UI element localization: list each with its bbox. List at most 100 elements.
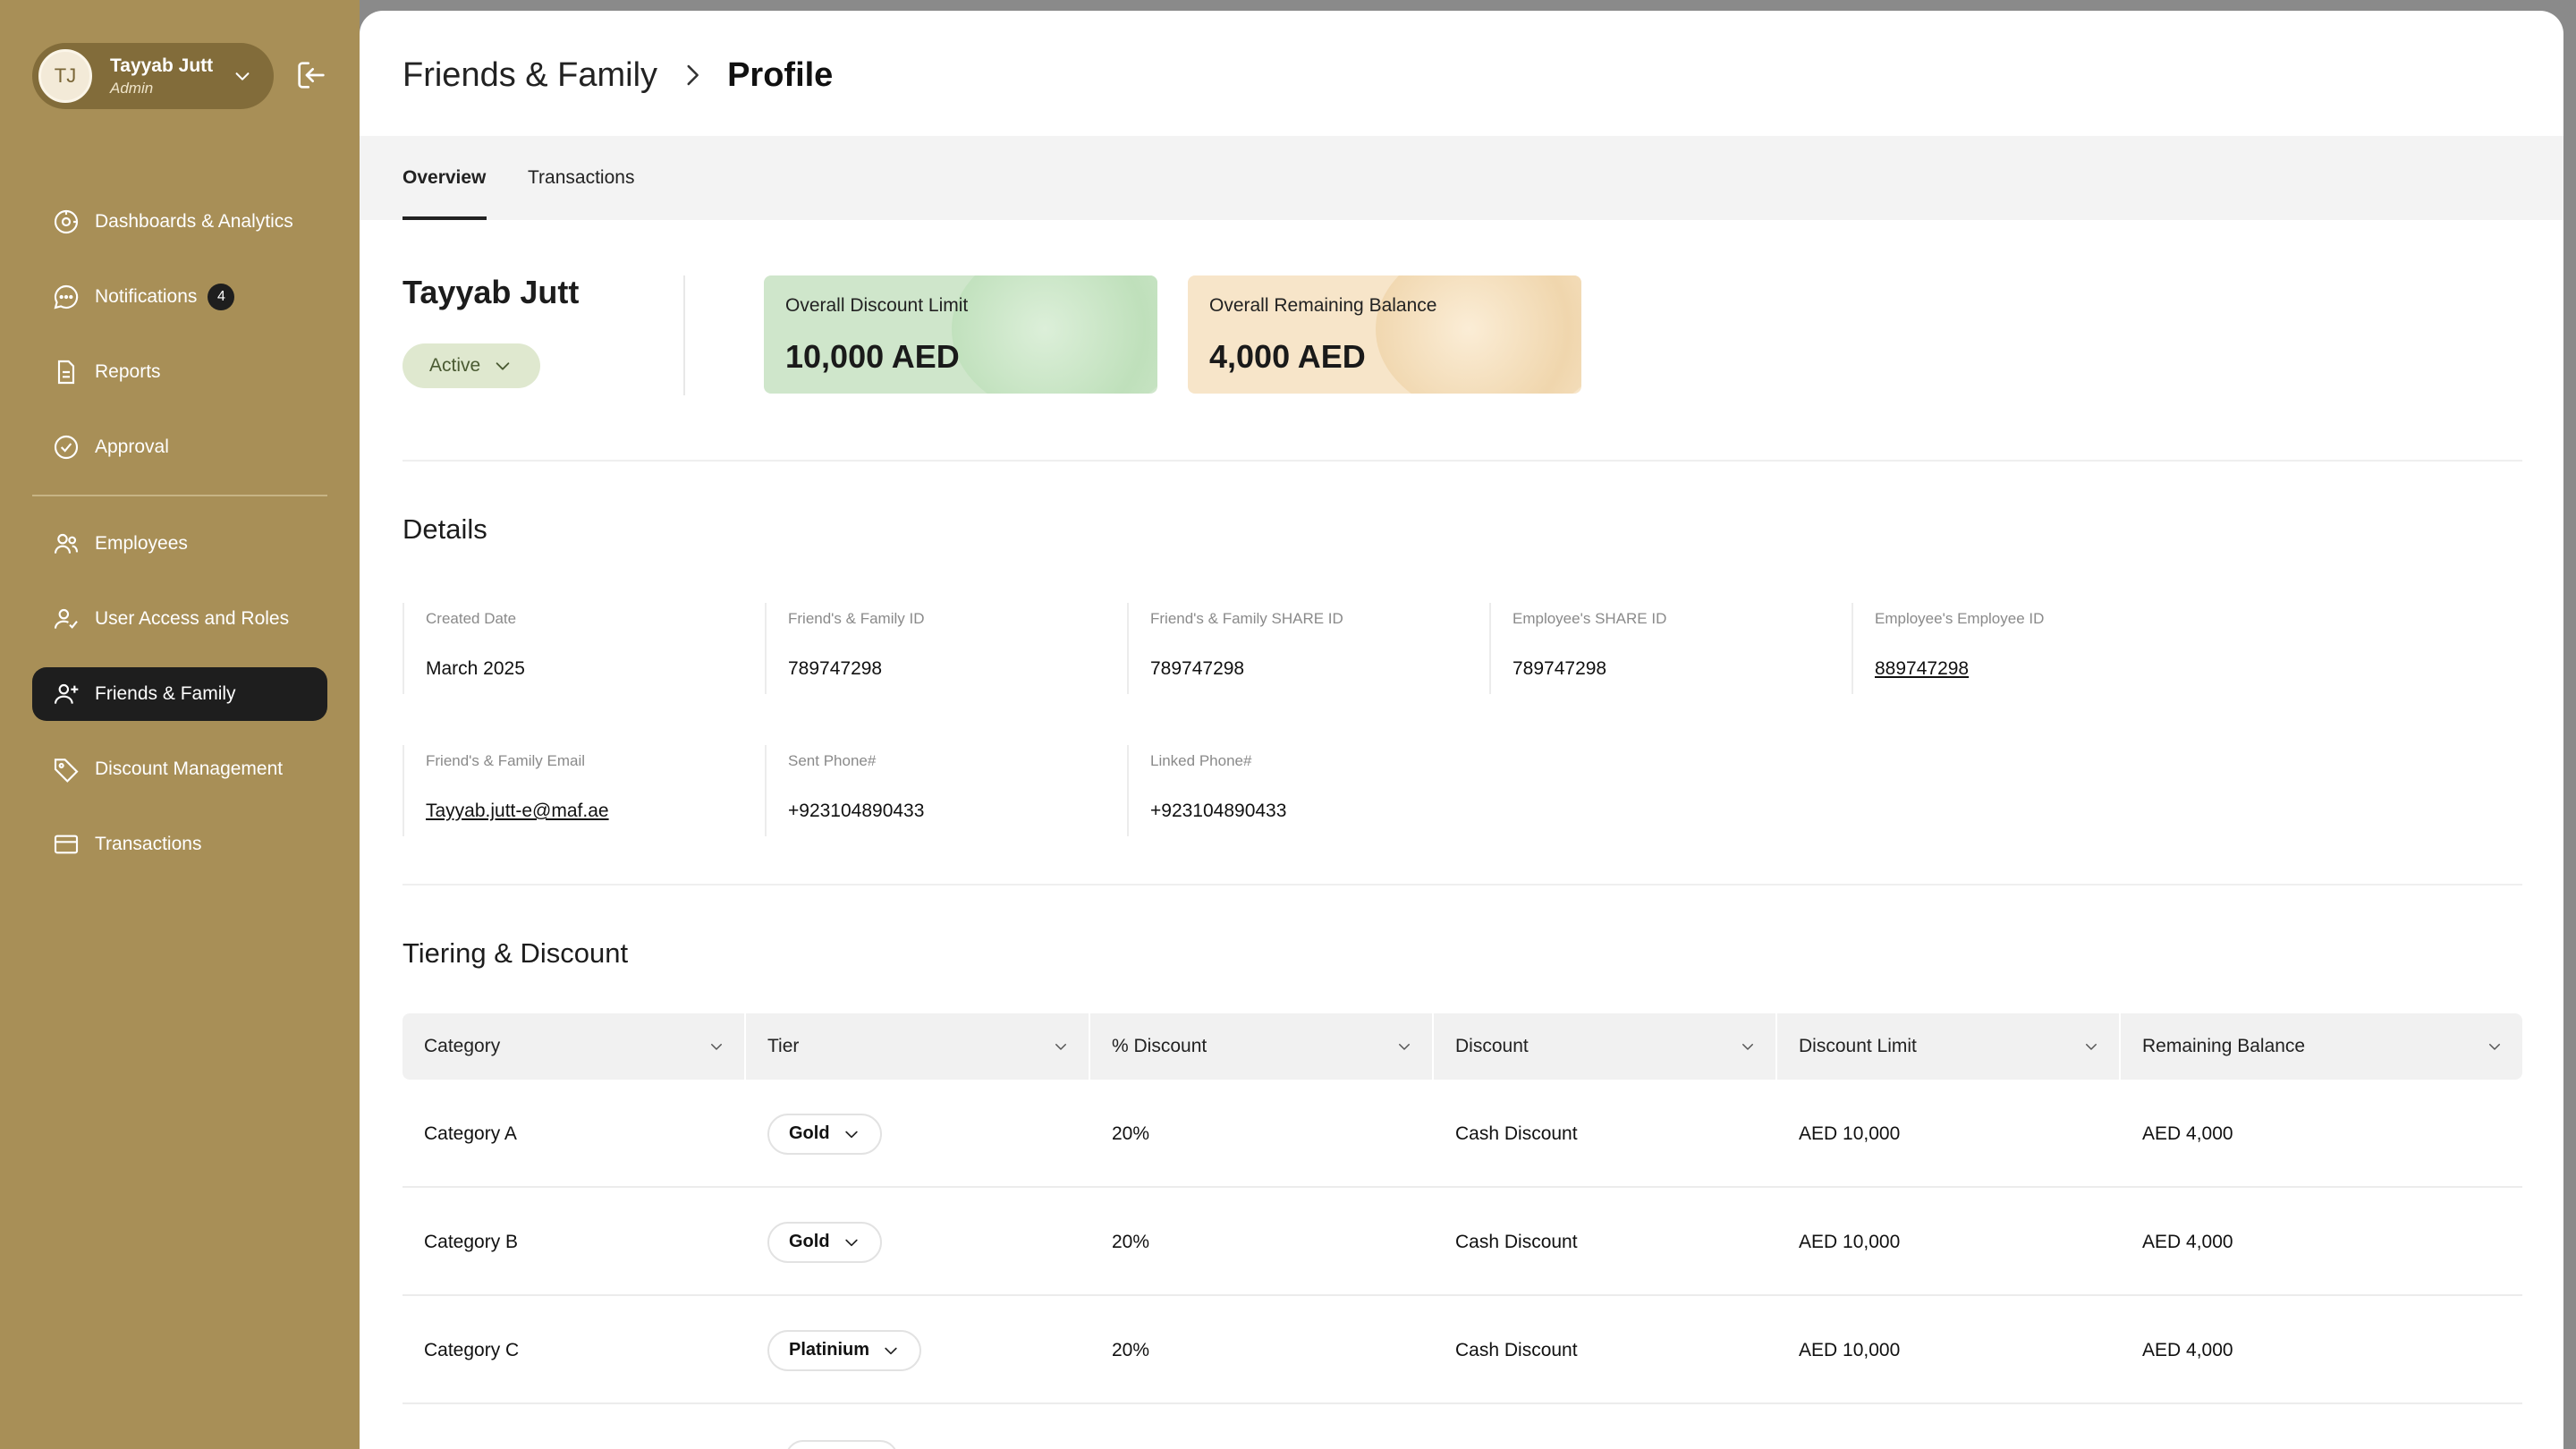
chevron-down-icon [1055, 1044, 1066, 1050]
details-title: Details [402, 513, 487, 545]
table-row: Category C Platinium 20% Cash Discount A… [402, 1296, 2522, 1404]
chevron-right-icon [687, 64, 699, 86]
tier-label: Gold [789, 1123, 830, 1143]
user-name: Tayyab Jutt [110, 55, 214, 76]
document-icon [57, 360, 75, 385]
sidebar-item-user-access[interactable]: User Access and Roles [32, 592, 327, 646]
tier-dropdown[interactable]: Gold [767, 1221, 882, 1263]
sidebar-item-friends-family[interactable]: Friends & Family [32, 667, 327, 721]
cell-limit: AED 10,000 [1799, 1123, 1901, 1144]
card-icon [54, 835, 79, 854]
sidebar-item-label: Reports [95, 361, 161, 382]
table-row: Category B Gold 20% Cash Discount AED 10… [402, 1188, 2522, 1296]
kpi-value: 10,000 AED [785, 338, 960, 375]
field-linked-phone: Linked Phone# +923104890433 [1127, 745, 1488, 836]
sidebar-item-discount-management[interactable]: Discount Management [32, 742, 327, 796]
logout-icon[interactable] [293, 57, 329, 93]
tier-dropdown[interactable]: Gold [767, 1113, 882, 1155]
sidebar-item-notifications[interactable]: Notifications 4 [32, 270, 327, 324]
table-row: Category A Gold 20% Cash Discount AED 10… [402, 1080, 2522, 1188]
cell-remaining: AED 4,000 [2142, 1123, 2233, 1144]
column-header-category[interactable]: Category [402, 1013, 746, 1080]
column-label: % Discount [1112, 1036, 1208, 1056]
field-label: Sent Phone# [788, 752, 877, 769]
tag-icon [54, 758, 79, 783]
chevron-down-icon [2086, 1044, 2097, 1050]
field-value: March 2025 [426, 658, 525, 679]
sidebar: TJ Tayyab Jutt Admin Dashboards & Analyt… [0, 0, 360, 1449]
section-divider [402, 460, 2522, 462]
sidebar-item-dashboards[interactable]: Dashboards & Analytics [32, 195, 327, 249]
cell-percent: 20% [1112, 1123, 1150, 1144]
chevron-down-icon [496, 362, 510, 370]
section-divider [402, 884, 2522, 886]
chevron-down-icon [235, 72, 250, 80]
profile-name: Tayyab Jutt [402, 274, 580, 310]
cell-remaining: AED 4,000 [2142, 1339, 2233, 1360]
breadcrumb: Friends & Family Profile [402, 50, 833, 100]
email-link[interactable]: Tayyab.jutt-e@maf.ae [426, 801, 609, 822]
column-header-percent-discount[interactable]: % Discount [1090, 1013, 1434, 1080]
cell-discount: Cash Discount [1455, 1123, 1578, 1144]
active-tab-indicator [402, 216, 487, 220]
cell-discount: Cash Discount [1455, 1231, 1578, 1252]
column-label: Category [424, 1036, 501, 1056]
tiering-title: Tiering & Discount [402, 937, 629, 969]
sidebar-item-label: Approval [95, 436, 169, 457]
sidebar-item-label: Employees [95, 533, 188, 554]
field-label: Friend's & Family SHARE ID [1150, 610, 1343, 627]
field-label: Employee's SHARE ID [1513, 610, 1667, 627]
field-label: Created Date [426, 610, 517, 627]
field-employee-id: Employee's Employee ID 889747298 [1852, 603, 2213, 694]
sidebar-item-reports[interactable]: Reports [32, 345, 327, 399]
tier-dropdown[interactable]: Platinium [767, 1329, 922, 1371]
chevron-down-icon [844, 1239, 858, 1246]
employee-id-link[interactable]: 889747298 [1875, 658, 1969, 680]
tab-transactions[interactable]: Transactions [528, 136, 634, 220]
kpi-card-remaining-balance: Overall Remaining Balance 4,000 AED [1188, 275, 1581, 394]
field-label: Friend's & Family Email [426, 752, 586, 769]
sidebar-item-label: User Access and Roles [95, 608, 290, 629]
cell-tier: Gold [746, 1188, 882, 1296]
field-ff-email: Friend's & Family Email Tayyab.jutt-e@ma… [402, 745, 764, 836]
tier-dropdown-partial[interactable] [785, 1440, 898, 1449]
user-menu[interactable]: TJ Tayyab Jutt Admin [32, 43, 274, 109]
field-label: Friend's & Family ID [788, 610, 925, 627]
main-panel: Friends & Family Profile Overview Transa… [360, 11, 2563, 1449]
sidebar-item-label: Transactions [95, 834, 202, 854]
cell-discount: Cash Discount [1455, 1339, 1578, 1360]
column-header-discount-limit[interactable]: Discount Limit [1777, 1013, 2121, 1080]
kpi-value: 4,000 AED [1209, 338, 1366, 375]
cell-tier: Platinium [746, 1296, 922, 1404]
tab-overview[interactable]: Overview [402, 136, 486, 220]
breadcrumb-parent[interactable]: Friends & Family [402, 56, 657, 95]
sidebar-divider [32, 495, 327, 496]
sidebar-item-employees[interactable]: Employees [32, 517, 327, 571]
cell-tier: Gold [746, 1080, 882, 1188]
table-header: Category Tier % Discount Discount Discou… [402, 1013, 2522, 1080]
status-dropdown[interactable]: Active [402, 343, 540, 388]
chevron-down-icon [885, 1347, 897, 1354]
field-label: Employee's Employee ID [1875, 610, 2045, 627]
column-label: Tier [767, 1036, 800, 1056]
column-header-remaining-balance[interactable]: Remaining Balance [2121, 1013, 2522, 1080]
user-check-icon [54, 608, 78, 629]
chevron-down-icon [1742, 1044, 1753, 1050]
dashboard-icon [54, 209, 79, 234]
field-value: 789747298 [1513, 658, 1607, 679]
column-header-tier[interactable]: Tier [746, 1013, 1090, 1080]
cell-limit: AED 10,000 [1799, 1231, 1901, 1252]
field-created-date: Created Date March 2025 [402, 603, 764, 694]
page-title: Profile [727, 55, 834, 94]
sidebar-item-label: Discount Management [95, 758, 284, 779]
user-plus-icon [54, 683, 79, 704]
users-icon [54, 533, 79, 554]
sidebar-item-transactions[interactable]: Transactions [32, 818, 327, 871]
tier-label: Platinium [789, 1340, 870, 1360]
sidebar-item-label: Dashboards & Analytics [95, 211, 293, 232]
field-value: +923104890433 [788, 801, 925, 821]
column-header-discount[interactable]: Discount [1434, 1013, 1777, 1080]
vertical-divider [683, 275, 685, 395]
sidebar-item-approval[interactable]: Approval [32, 420, 327, 474]
cell-limit: AED 10,000 [1799, 1339, 1901, 1360]
